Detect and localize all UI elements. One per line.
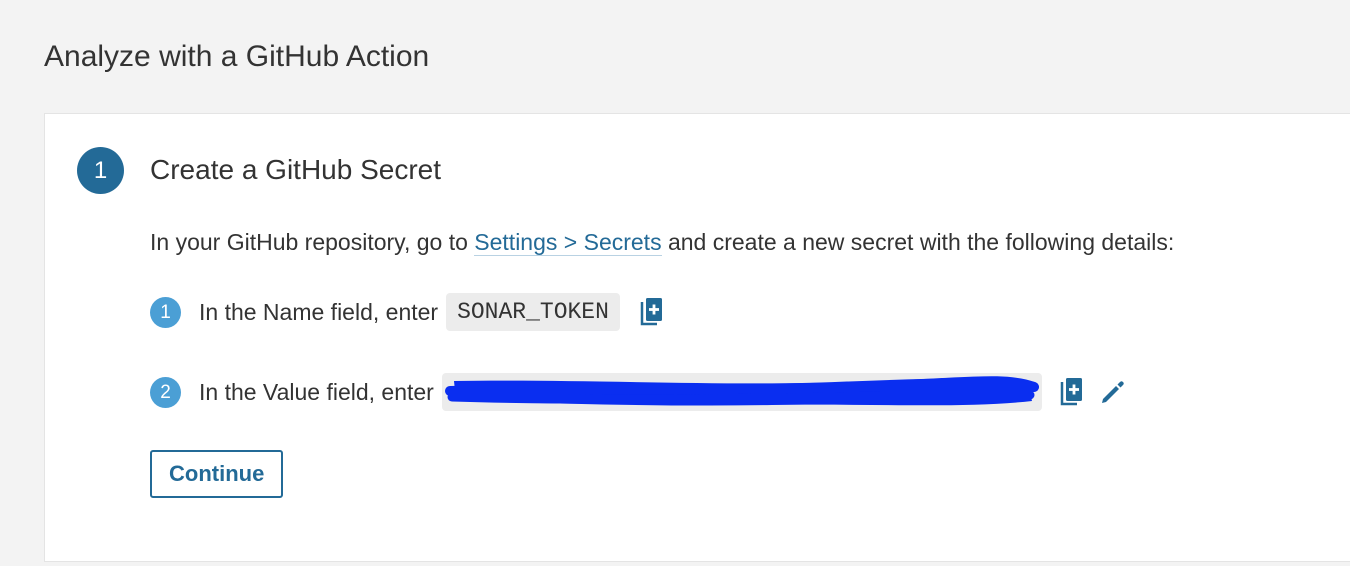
redaction-scribble — [444, 376, 1039, 406]
settings-secrets-link[interactable]: Settings > Secrets — [474, 229, 662, 256]
step-title: Create a GitHub Secret — [150, 154, 442, 185]
secret-token-value — [441, 373, 1042, 411]
value-field-label: In the Value field, enter — [199, 378, 434, 405]
step-instructions: In your GitHub repository, go to Setting… — [150, 226, 1174, 258]
name-field-label: In the Name field, enter — [199, 298, 439, 325]
page-title: Analyze with a GitHub Action — [44, 40, 430, 73]
copy-icon[interactable] — [1060, 377, 1084, 407]
value-field-instruction: 2 In the Value field, enter — [150, 372, 1126, 412]
continue-button[interactable]: Continue — [150, 450, 284, 498]
step-number-badge: 1 — [77, 147, 124, 194]
intro-text-before: In your GitHub repository, go to — [150, 229, 475, 255]
pencil-icon[interactable] — [1100, 379, 1126, 405]
copy-icon[interactable] — [640, 297, 664, 327]
secret-name-value: SONAR_TOKEN — [446, 293, 620, 331]
name-field-instruction: 1 In the Name field, enter SONAR_TOKEN — [150, 292, 664, 332]
intro-text-after: and create a new secret with the followi… — [661, 229, 1175, 255]
step-card: 1 Create a GitHub Secret In your GitHub … — [44, 113, 1350, 562]
item-number-badge: 2 — [150, 376, 181, 408]
item-number-badge: 1 — [150, 296, 181, 328]
